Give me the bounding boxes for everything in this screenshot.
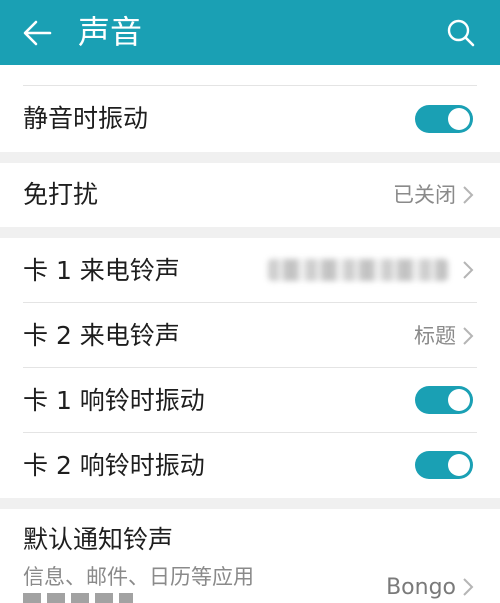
page-title: 声音: [78, 13, 143, 51]
dnd-value: 已关闭: [393, 183, 456, 207]
chevron-right-icon: [463, 261, 474, 279]
sim1-ringtone-row[interactable]: 卡 1 来电铃声: [0, 238, 500, 303]
silent-vibrate-row[interactable]: 静音时振动: [0, 86, 500, 152]
subtitle-continuation: [23, 593, 133, 603]
section-gap: [0, 152, 500, 163]
silent-vibrate-label: 静音时振动: [23, 104, 149, 133]
chevron-right-icon: [463, 186, 474, 204]
dnd-label: 免打扰: [23, 180, 99, 209]
chevron-right-icon: [463, 327, 474, 345]
sim2-ringtone-row[interactable]: 卡 2 来电铃声 标题: [0, 303, 500, 368]
sim1-ringtone-value-blurred: [268, 259, 448, 281]
silent-vibrate-toggle[interactable]: [415, 105, 473, 133]
notification-tone-value: Bongo: [386, 575, 456, 600]
notification-tone-subtitle: 信息、邮件、日历等应用: [23, 565, 254, 589]
sim1-vibrate-toggle[interactable]: [415, 386, 473, 414]
sim2-vibrate-label: 卡 2 响铃时振动: [23, 451, 205, 480]
sim2-vibrate-toggle[interactable]: [415, 451, 473, 479]
sim1-ringtone-label: 卡 1 来电铃声: [23, 256, 180, 285]
sim2-vibrate-row[interactable]: 卡 2 响铃时振动: [0, 433, 500, 498]
sim1-vibrate-row[interactable]: 卡 1 响铃时振动: [0, 368, 500, 433]
arrow-left-icon[interactable]: [22, 19, 52, 47]
search-icon[interactable]: [446, 18, 476, 48]
dnd-row[interactable]: 免打扰 已关闭: [0, 163, 500, 227]
app-bar: 声音: [0, 0, 500, 65]
toggle-knob: [448, 108, 470, 130]
sim1-vibrate-label: 卡 1 响铃时振动: [23, 386, 205, 415]
chevron-right-icon: [463, 578, 474, 596]
toggle-knob: [448, 389, 470, 411]
toggle-knob: [448, 454, 470, 476]
notification-tone-label: 默认通知铃声: [23, 525, 174, 554]
notification-tone-row[interactable]: 默认通知铃声 信息、邮件、日历等应用 Bongo: [0, 509, 500, 603]
sim2-ringtone-value: 标题: [414, 324, 456, 348]
section-gap: [0, 498, 500, 509]
sim2-ringtone-label: 卡 2 来电铃声: [23, 321, 180, 350]
section-gap: [0, 227, 500, 238]
